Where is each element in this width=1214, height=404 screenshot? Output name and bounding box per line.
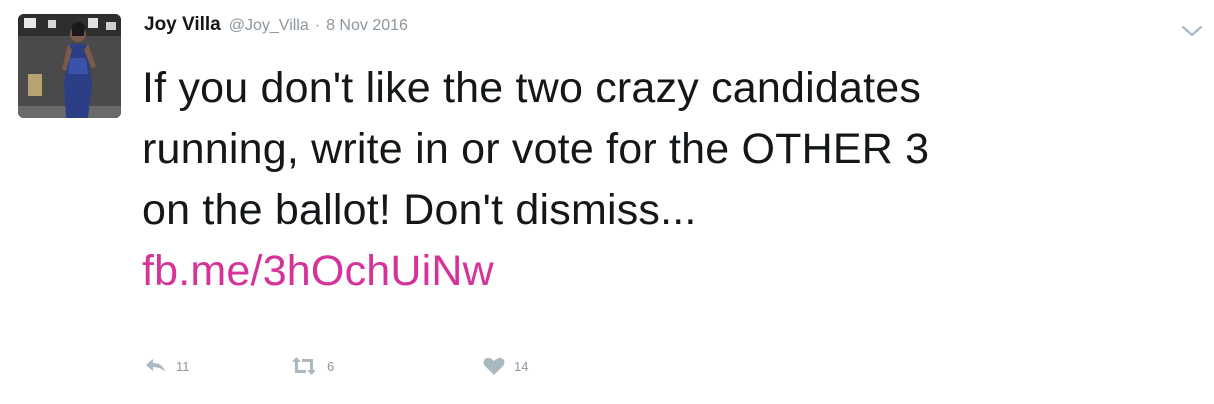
tweet-link[interactable]: fb.me/3hOchUiNw xyxy=(142,241,1192,302)
reply-button[interactable]: 11 xyxy=(144,356,289,376)
tweet-actions: 11 6 14 xyxy=(144,354,528,378)
heart-icon xyxy=(482,356,506,376)
separator-dot: · xyxy=(314,17,321,34)
author-handle[interactable]: @Joy_Villa xyxy=(229,17,309,35)
avatar[interactable] xyxy=(18,14,121,118)
tweet-text: If you don't like the two crazy candidat… xyxy=(142,58,1192,302)
chevron-down-icon[interactable] xyxy=(1180,22,1204,40)
tweet-card: Joy Villa @Joy_Villa · 8 Nov 2016 If you… xyxy=(0,0,1214,404)
tweet-text-line: on the ballot! Don't dismiss... xyxy=(142,186,697,234)
tweet-text-line: running, write in or vote for the OTHER … xyxy=(142,125,930,173)
reply-icon xyxy=(144,356,168,376)
retweet-count: 6 xyxy=(327,358,335,374)
like-button[interactable]: 14 xyxy=(482,356,528,376)
avatar-photo xyxy=(18,14,121,118)
reply-count: 11 xyxy=(176,358,190,374)
author-name[interactable]: Joy Villa xyxy=(144,14,221,36)
retweet-icon xyxy=(289,356,319,376)
tweet-text-line: If you don't like the two crazy candidat… xyxy=(142,64,922,112)
like-count: 14 xyxy=(514,358,529,374)
retweet-button[interactable]: 6 xyxy=(289,356,482,376)
tweet-header: Joy Villa @Joy_Villa · 8 Nov 2016 xyxy=(144,14,408,44)
tweet-date[interactable]: 8 Nov 2016 xyxy=(326,17,408,35)
